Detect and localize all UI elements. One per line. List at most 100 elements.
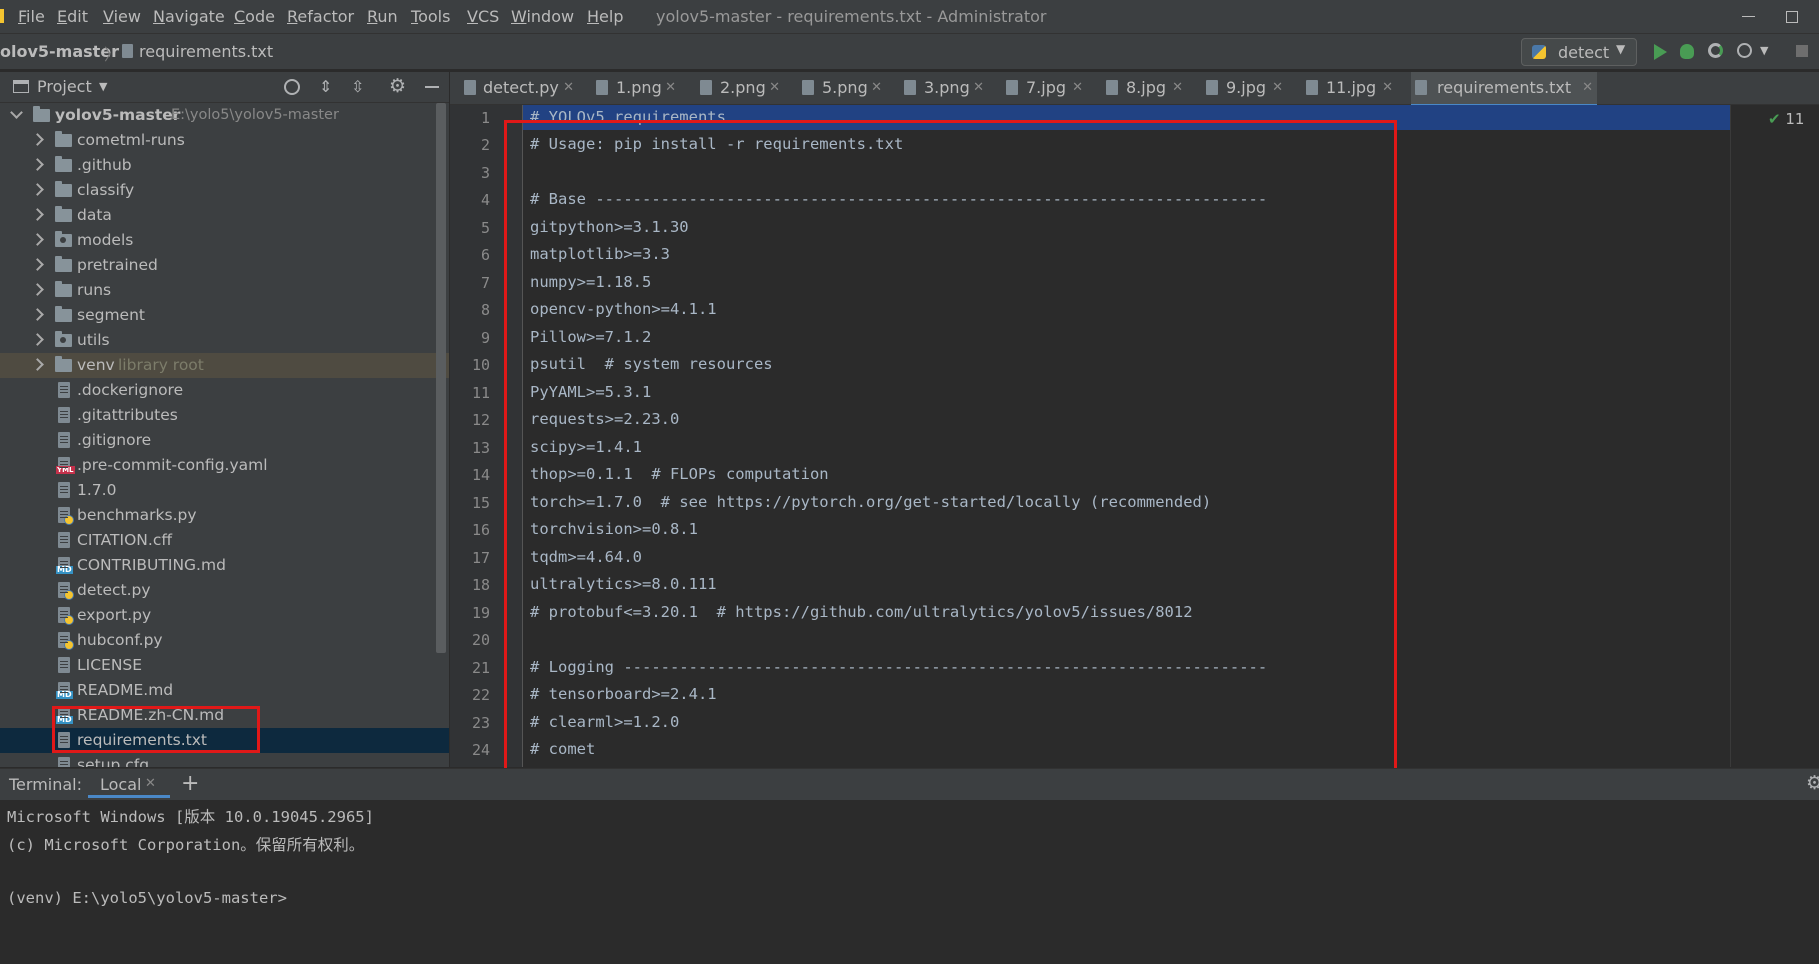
chevron-right-icon[interactable]	[31, 183, 44, 196]
tab-8-jpg[interactable]: 8.jpg ✕	[1102, 72, 1187, 104]
tree-item-gitattributes[interactable]: .gitattributes	[0, 403, 449, 428]
tree-item-venv[interactable]: venv library root	[0, 353, 449, 378]
profile-icon[interactable]	[1737, 43, 1752, 58]
tab-requirements-txt[interactable]: requirements.txt ✕	[1411, 72, 1597, 107]
tree-item-classify[interactable]: classify	[0, 178, 449, 203]
close-icon[interactable]: ✕	[769, 72, 780, 104]
breadcrumb-file[interactable]: requirements.txt	[139, 42, 273, 61]
inspection-widget[interactable]: ✔ 11	[1768, 110, 1804, 128]
gear-icon[interactable]: ⚙	[389, 75, 406, 97]
tree-item-pre-commit-config[interactable]: YML .pre-commit-config.yaml	[0, 453, 449, 478]
chevron-right-icon[interactable]	[31, 283, 44, 296]
tree-item-setup-cfg[interactable]: setup.cfg	[0, 753, 449, 767]
tree-item-license[interactable]: LICENSE	[0, 653, 449, 678]
chevron-down-icon[interactable]: ▼	[1760, 44, 1768, 57]
project-tree-scrollbar[interactable]	[436, 103, 446, 653]
chevron-right-icon[interactable]	[31, 233, 44, 246]
tree-root[interactable]: yolov5-master E:\yolo5\yolov5-master	[0, 103, 449, 128]
chevron-right-icon[interactable]	[31, 133, 44, 146]
run-config-dropdown[interactable]: detect ▼	[1521, 38, 1637, 66]
tree-item-data[interactable]: data	[0, 203, 449, 228]
tree-item-citation[interactable]: CITATION.cff	[0, 528, 449, 553]
breadcrumb-project[interactable]: olov5-master	[0, 42, 119, 61]
tab-9-jpg[interactable]: 9.jpg ✕	[1202, 72, 1287, 104]
menu-edit[interactable]: Edit	[57, 7, 88, 26]
tree-item-detect[interactable]: detect.py	[0, 578, 449, 603]
minimize-icon[interactable]	[1742, 16, 1755, 17]
collapse-all-icon[interactable]: ⇳	[351, 77, 364, 96]
hide-panel-icon[interactable]	[425, 86, 439, 88]
menu-vcs[interactable]: VCS	[467, 7, 499, 26]
debug-icon[interactable]	[1680, 44, 1694, 59]
chevron-right-icon[interactable]	[31, 158, 44, 171]
run-icon[interactable]	[1654, 44, 1667, 60]
chevron-down-icon[interactable]	[10, 106, 23, 119]
chevron-right-icon[interactable]	[31, 308, 44, 321]
restore-icon[interactable]	[1786, 11, 1798, 23]
stop-icon[interactable]	[1796, 45, 1808, 57]
tab-5-png[interactable]: 5.png ✕	[798, 72, 886, 104]
project-panel-title[interactable]: Project	[37, 77, 92, 96]
tree-item-export[interactable]: export.py	[0, 603, 449, 628]
tab-3-png[interactable]: 3.png ✕	[900, 72, 988, 104]
terminal-tab-local[interactable]: Local ✕	[88, 769, 170, 798]
gear-icon[interactable]: ⚙	[1806, 772, 1819, 794]
tab-11-jpg[interactable]: 11.jpg ✕	[1302, 72, 1397, 104]
close-icon[interactable]: ✕	[1072, 72, 1083, 104]
menu-window[interactable]: Window	[511, 7, 574, 26]
chevron-down-icon[interactable]: ▼	[99, 80, 107, 93]
menu-tools[interactable]: Tools	[411, 7, 450, 26]
terminal-prompt[interactable]: (venv) E:\yolo5\yolov5-master>	[7, 889, 287, 907]
close-icon[interactable]: ✕	[563, 72, 574, 104]
tab-detect-py[interactable]: detect.py ✕	[460, 72, 578, 104]
tree-item-hubconf[interactable]: hubconf.py	[0, 628, 449, 653]
chevron-right-icon[interactable]	[31, 208, 44, 221]
tree-item-runs[interactable]: runs	[0, 278, 449, 303]
chevron-right-icon[interactable]	[31, 333, 44, 346]
menu-file[interactable]: File	[18, 7, 45, 26]
tree-item-pretrained[interactable]: pretrained	[0, 253, 449, 278]
expand-all-icon[interactable]: ⇕	[319, 77, 332, 96]
tab-2-png[interactable]: 2.png ✕	[696, 72, 784, 104]
package-folder-icon	[55, 231, 72, 247]
tree-item-label: CITATION.cff	[77, 531, 173, 549]
tree-item-benchmarks[interactable]: benchmarks.py	[0, 503, 449, 528]
tab-label: 5.png	[822, 78, 868, 97]
close-icon[interactable]: ✕	[973, 72, 984, 104]
tab-1-png[interactable]: 1.png ✕	[592, 72, 680, 104]
add-terminal-icon[interactable]: +	[181, 771, 199, 796]
close-icon[interactable]: ✕	[665, 72, 676, 104]
tab-7-jpg[interactable]: 7.jpg ✕	[1002, 72, 1087, 104]
tree-item-models[interactable]: models	[0, 228, 449, 253]
close-icon[interactable]: ✕	[145, 776, 156, 791]
tree-item-1-7-0[interactable]: 1.7.0	[0, 478, 449, 503]
tree-item-github[interactable]: .github	[0, 153, 449, 178]
menu-navigate[interactable]: Navigate	[153, 7, 225, 26]
menu-refactor[interactable]: Refactor	[287, 7, 354, 26]
locate-file-icon[interactable]	[284, 79, 300, 95]
tree-item-readme[interactable]: MD README.md	[0, 678, 449, 703]
chevron-right-icon[interactable]	[31, 258, 44, 271]
tree-item-gitignore[interactable]: .gitignore	[0, 428, 449, 453]
tree-item-dockerignore[interactable]: .dockerignore	[0, 378, 449, 403]
tree-item-contributing[interactable]: MD CONTRIBUTING.md	[0, 553, 449, 578]
tree-item-segment[interactable]: segment	[0, 303, 449, 328]
chevron-right-icon[interactable]	[31, 358, 44, 371]
line-number: 2	[480, 136, 490, 154]
tree-item-cometml-runs[interactable]: cometml-runs	[0, 128, 449, 153]
ignore-file-icon	[58, 432, 70, 448]
close-icon[interactable]: ✕	[1582, 72, 1593, 104]
tree-item-utils[interactable]: utils	[0, 328, 449, 353]
image-file-icon	[1306, 80, 1318, 95]
terminal-output[interactable]: Microsoft Windows [版本 10.0.19045.2965] (…	[0, 800, 1819, 964]
coverage-icon[interactable]	[1708, 43, 1723, 58]
menu-help[interactable]: Help	[587, 7, 623, 26]
menu-run[interactable]: Run	[367, 7, 398, 26]
tree-item-label: segment	[77, 306, 145, 324]
close-icon[interactable]: ✕	[1272, 72, 1283, 104]
menu-code[interactable]: Code	[234, 7, 275, 26]
close-icon[interactable]: ✕	[1382, 72, 1393, 104]
menu-view[interactable]: View	[103, 7, 141, 26]
close-icon[interactable]: ✕	[871, 72, 882, 104]
close-icon[interactable]: ✕	[1172, 72, 1183, 104]
